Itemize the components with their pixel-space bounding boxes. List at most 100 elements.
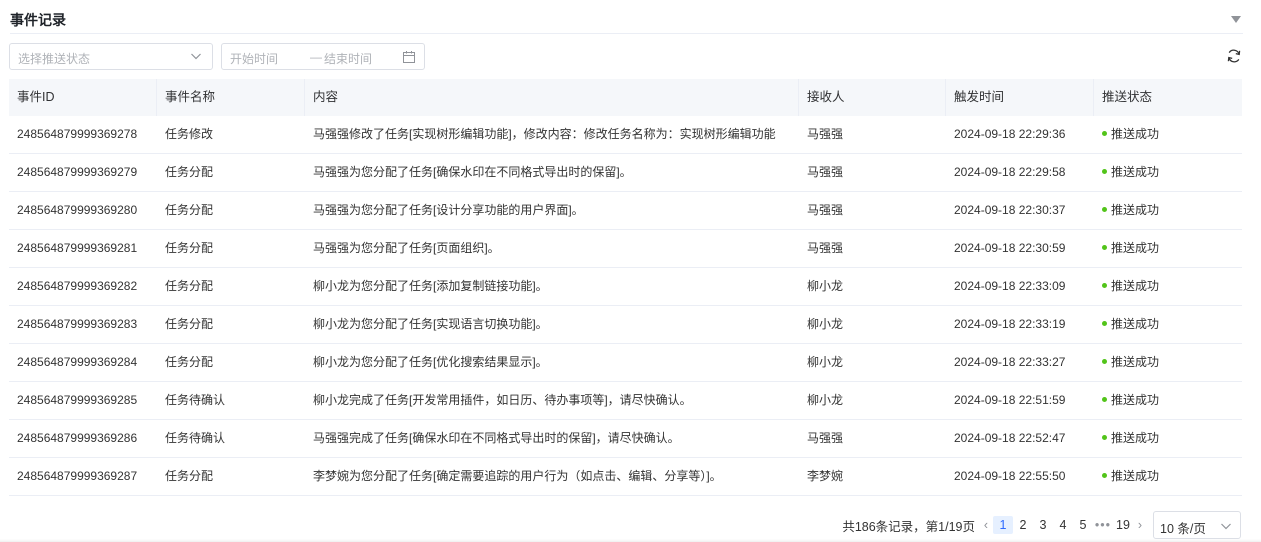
- cell-content: 马强强修改了任务[实现树形编辑功能]，修改内容：修改任务名称为：实现树形编辑功能: [313, 127, 776, 141]
- cell-event-name: 任务修改: [165, 127, 214, 141]
- start-time-input[interactable]: 开始时间: [230, 50, 278, 67]
- table-row[interactable]: 248564879999369282 任务分配 柳小龙为您分配了任务[添加复制链接功…: [9, 268, 1242, 306]
- page-last[interactable]: 19: [1113, 518, 1133, 532]
- cell-receiver: 马强强: [807, 431, 844, 445]
- table-row[interactable]: 248564879999369279 任务分配 马强强为您分配了任务[确保水印在不同…: [9, 154, 1242, 192]
- more-pages-ellipsis[interactable]: •••: [1093, 518, 1113, 532]
- section-header: 事件记录: [10, 10, 1243, 34]
- cell-event-id: 248564879999369285: [17, 393, 138, 407]
- cell-receiver: 柳小龙: [807, 317, 844, 331]
- cell-receiver: 马强强: [807, 165, 844, 179]
- status-dot-icon: [1102, 321, 1107, 327]
- cell-trigger-time: 2024-09-18 22:51:59: [954, 393, 1066, 407]
- next-page-icon[interactable]: ›: [1133, 518, 1147, 532]
- cell-event-name: 任务待确认: [165, 393, 226, 407]
- cell-receiver: 柳小龙: [807, 355, 844, 369]
- cell-content: 马强强为您分配了任务[设计分享功能的用户界面]。: [313, 203, 584, 217]
- cell-push-status: 推送成功: [1094, 344, 1242, 381]
- cell-content: 李梦婉为您分配了任务[确定需要追踪的用户行为（如点击、编辑、分享等）]。: [313, 469, 722, 483]
- cell-content: 柳小龙为您分配了任务[添加复制链接功能]。: [313, 279, 548, 293]
- date-range-picker[interactable]: 开始时间 — 结束时间: [221, 43, 425, 70]
- status-text: 推送成功: [1111, 279, 1160, 293]
- status-text: 推送成功: [1111, 469, 1160, 483]
- cell-event-name: 任务分配: [165, 203, 214, 217]
- table-row[interactable]: 248564879999369281 任务分配 马强强为您分配了任务[页面组织]。 马…: [9, 230, 1242, 268]
- cell-receiver: 柳小龙: [807, 393, 844, 407]
- status-dot-icon: [1102, 207, 1107, 213]
- column-header-event-name[interactable]: 事件名称: [157, 79, 305, 116]
- column-header-content[interactable]: 内容: [305, 79, 799, 116]
- status-dot-icon: [1102, 397, 1107, 403]
- table-row[interactable]: 248564879999369285 任务待确认 柳小龙完成了任务[开发常用插件，如…: [9, 382, 1242, 420]
- column-header-trigger-time[interactable]: 触发时间: [946, 79, 1094, 116]
- status-text: 推送成功: [1111, 203, 1160, 217]
- cell-receiver: 李梦婉: [807, 469, 844, 483]
- cell-trigger-time: 2024-09-18 22:29:36: [954, 127, 1066, 141]
- cell-push-status: 推送成功: [1094, 420, 1242, 457]
- end-time-input[interactable]: 结束时间: [324, 50, 372, 67]
- column-header-push-status[interactable]: 推送状态: [1094, 79, 1242, 116]
- status-dot-icon: [1102, 245, 1107, 251]
- cell-event-id: 248564879999369287: [17, 469, 138, 483]
- table-row[interactable]: 248564879999369284 任务分配 柳小龙为您分配了任务[优化搜索结果显…: [9, 344, 1242, 382]
- cell-push-status: 推送成功: [1094, 382, 1242, 419]
- cell-trigger-time: 2024-09-18 22:33:09: [954, 279, 1066, 293]
- cell-receiver: 马强强: [807, 241, 844, 255]
- cell-event-id: 248564879999369286: [17, 431, 138, 445]
- status-text: 推送成功: [1111, 165, 1160, 179]
- table-row[interactable]: 248564879999369278 任务修改 马强强修改了任务[实现树形编辑功能]…: [9, 116, 1242, 154]
- cell-event-id: 248564879999369283: [17, 317, 138, 331]
- page-1[interactable]: 1: [993, 516, 1013, 534]
- pagination-summary: 共186条记录，第1/19页: [842, 519, 975, 534]
- refresh-icon[interactable]: [1226, 48, 1242, 64]
- collapse-triangle-icon[interactable]: [1231, 16, 1241, 23]
- status-text: 推送成功: [1111, 127, 1160, 141]
- pagination: 共186条记录，第1/19页 ‹ 1 2 3 4 5 ••• 19 › 10 条…: [842, 511, 1241, 539]
- cell-trigger-time: 2024-09-18 22:33:19: [954, 317, 1066, 331]
- table-row[interactable]: 248564879999369280 任务分配 马强强为您分配了任务[设计分享功能的…: [9, 192, 1242, 230]
- status-dot-icon: [1102, 283, 1107, 289]
- page-title: 事件记录: [10, 12, 66, 28]
- cell-push-status: 推送成功: [1094, 116, 1242, 153]
- page-5[interactable]: 5: [1073, 518, 1093, 532]
- table-row[interactable]: 248564879999369287 任务分配 李梦婉为您分配了任务[确定需要追踪的…: [9, 458, 1242, 496]
- cell-trigger-time: 2024-09-18 22:30:59: [954, 241, 1066, 255]
- page-2[interactable]: 2: [1013, 518, 1033, 532]
- cell-receiver: 马强强: [807, 203, 844, 217]
- cell-event-name: 任务分配: [165, 241, 214, 255]
- cell-event-id: 248564879999369278: [17, 127, 138, 141]
- cell-event-name: 任务分配: [165, 355, 214, 369]
- status-dot-icon: [1102, 473, 1107, 479]
- cell-trigger-time: 2024-09-18 22:52:47: [954, 431, 1066, 445]
- cell-trigger-time: 2024-09-18 22:33:27: [954, 355, 1066, 369]
- status-text: 推送成功: [1111, 317, 1160, 331]
- status-dot-icon: [1102, 359, 1107, 365]
- cell-receiver: 马强强: [807, 127, 844, 141]
- column-header-event-id[interactable]: 事件ID: [9, 79, 157, 116]
- page-size-select[interactable]: 10 条/页: [1153, 511, 1241, 539]
- cell-push-status: 推送成功: [1094, 268, 1242, 305]
- cell-event-name: 任务分配: [165, 317, 214, 331]
- page-3[interactable]: 3: [1033, 518, 1053, 532]
- cell-event-id: 248564879999369279: [17, 165, 138, 179]
- cell-event-name: 任务分配: [165, 279, 214, 293]
- cell-content: 柳小龙为您分配了任务[实现语言切换功能]。: [313, 317, 548, 331]
- table-row[interactable]: 248564879999369283 任务分配 柳小龙为您分配了任务[实现语言切换功…: [9, 306, 1242, 344]
- page-size-label: 10 条/页: [1160, 522, 1206, 536]
- status-text: 推送成功: [1111, 431, 1160, 445]
- cell-event-id: 248564879999369281: [17, 241, 138, 255]
- status-select[interactable]: 选择推送状态: [9, 43, 213, 70]
- status-dot-icon: [1102, 169, 1107, 175]
- cell-event-id: 248564879999369280: [17, 203, 138, 217]
- chevron-down-icon: [1221, 523, 1231, 530]
- calendar-icon: [403, 51, 415, 63]
- cell-trigger-time: 2024-09-18 22:29:58: [954, 165, 1066, 179]
- status-dot-icon: [1102, 131, 1107, 137]
- cell-push-status: 推送成功: [1094, 306, 1242, 343]
- column-header-receiver[interactable]: 接收人: [799, 79, 946, 116]
- cell-content: 马强强为您分配了任务[确保水印在不同格式导出时的保留]。: [313, 165, 632, 179]
- cell-push-status: 推送成功: [1094, 458, 1242, 495]
- page-4[interactable]: 4: [1053, 518, 1073, 532]
- table-row[interactable]: 248564879999369286 任务待确认 马强强完成了任务[确保水印在不同格…: [9, 420, 1242, 458]
- prev-page-icon[interactable]: ‹: [979, 518, 993, 532]
